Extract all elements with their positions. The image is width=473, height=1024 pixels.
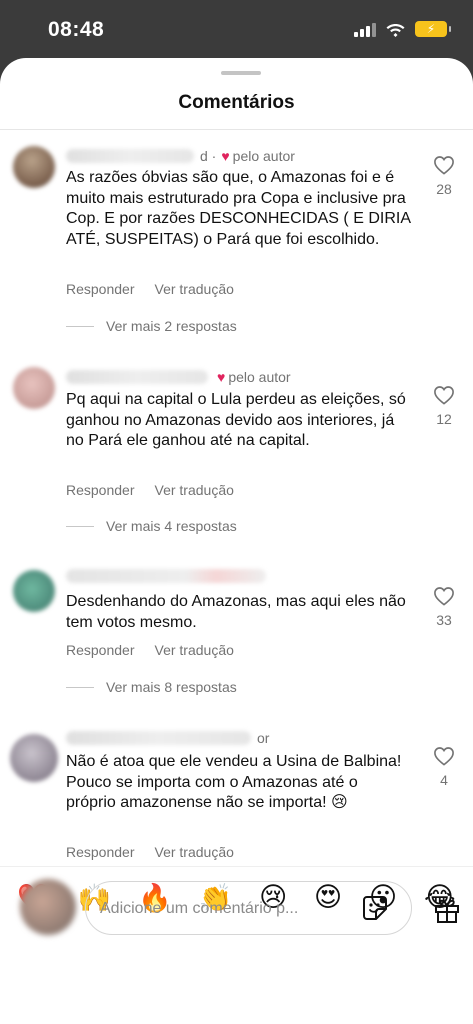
battery-charging-icon: ⚡	[415, 21, 451, 37]
author-name-blurred[interactable]	[66, 731, 251, 745]
author-liked-badge: pelo autor	[228, 369, 291, 385]
sheet-title: Comentários	[178, 92, 295, 113]
current-user-avatar	[20, 879, 76, 935]
comment-actions: Responder Ver tradução	[66, 281, 234, 297]
cellular-signal-icon	[354, 21, 376, 37]
heart-outline-icon	[434, 587, 454, 606]
see-translation-button[interactable]: Ver tradução	[155, 642, 234, 658]
comment-input[interactable]	[100, 895, 350, 923]
see-translation-button[interactable]: Ver tradução	[155, 281, 234, 297]
comment-composer	[85, 881, 412, 935]
comment-author-row: or	[66, 728, 269, 748]
like-count: 28	[436, 181, 452, 197]
comment-time: or	[257, 730, 270, 746]
comment-time: d ·	[200, 148, 217, 164]
author-liked-badge: pelo autor	[232, 148, 295, 164]
comment-actions: Responder Ver tradução	[66, 844, 234, 860]
view-more-replies-label: Ver mais 2 respostas	[106, 318, 237, 334]
heart-filled-icon: ♥	[217, 369, 226, 385]
avatar[interactable]	[13, 146, 55, 188]
comment-actions: Responder Ver tradução	[66, 482, 234, 498]
heart-filled-icon: ♥	[221, 148, 230, 164]
status-icons: ⚡	[354, 21, 451, 37]
replies-line	[66, 525, 94, 527]
view-more-replies[interactable]: Ver mais 2 respostas	[66, 318, 237, 334]
comment-author-row	[66, 566, 270, 586]
view-more-replies[interactable]: Ver mais 8 respostas	[66, 679, 237, 695]
divider	[0, 129, 473, 130]
replies-line	[66, 686, 94, 688]
see-translation-button[interactable]: Ver tradução	[155, 844, 234, 860]
comment-author-row: ♥ pelo autor	[66, 367, 291, 387]
comments-sheet: Comentários d · ♥ pelo autor As razões ó…	[0, 58, 473, 1024]
replies-line	[66, 325, 94, 327]
view-more-replies-label: Ver mais 4 respostas	[106, 518, 237, 534]
like-button[interactable]: 28	[429, 155, 459, 197]
see-translation-button[interactable]: Ver tradução	[155, 482, 234, 498]
like-count: 33	[436, 612, 452, 628]
avatar[interactable]	[13, 570, 55, 612]
like-button[interactable]: 33	[429, 586, 459, 628]
like-count: 4	[440, 772, 448, 788]
reply-button[interactable]: Responder	[66, 642, 135, 658]
status-time: 08:48	[48, 18, 105, 41]
sticker-icon[interactable]	[361, 894, 389, 922]
avatar[interactable]	[10, 734, 58, 782]
view-more-replies-label: Ver mais 8 respostas	[106, 679, 237, 695]
status-bar: 08:48 ⚡	[0, 0, 473, 60]
reply-button[interactable]: Responder	[66, 281, 135, 297]
heart-outline-icon	[434, 386, 454, 405]
like-count: 12	[436, 411, 452, 427]
like-button[interactable]: 12	[429, 385, 459, 427]
like-button[interactable]: 4	[429, 746, 459, 788]
sheet-grabber[interactable]	[221, 71, 261, 75]
heart-outline-icon	[434, 156, 454, 175]
comment-text: As razões óbvias são que, o Amazonas foi…	[66, 169, 411, 248]
reply-button[interactable]: Responder	[66, 844, 135, 860]
wifi-icon	[386, 24, 405, 37]
author-name-blurred[interactable]	[66, 370, 208, 384]
divider	[0, 866, 473, 867]
comment-actions: Responder Ver tradução	[66, 642, 234, 658]
author-name-blurred[interactable]	[66, 569, 266, 583]
comment-text: Pq aqui na capital o Lula perdeu as elei…	[66, 391, 406, 449]
view-more-replies[interactable]: Ver mais 4 respostas	[66, 518, 237, 534]
comment-author-row: d · ♥ pelo autor	[66, 146, 295, 166]
gift-icon[interactable]	[432, 895, 462, 925]
comment-text: Desdenhando do Amazonas, mas aqui eles n…	[66, 593, 406, 631]
avatar[interactable]	[13, 367, 55, 409]
comment-text: Não é atoa que ele vendeu a Usina de Bal…	[66, 753, 402, 811]
heart-outline-icon	[434, 747, 454, 766]
author-name-blurred[interactable]	[66, 149, 194, 163]
reply-button[interactable]: Responder	[66, 482, 135, 498]
